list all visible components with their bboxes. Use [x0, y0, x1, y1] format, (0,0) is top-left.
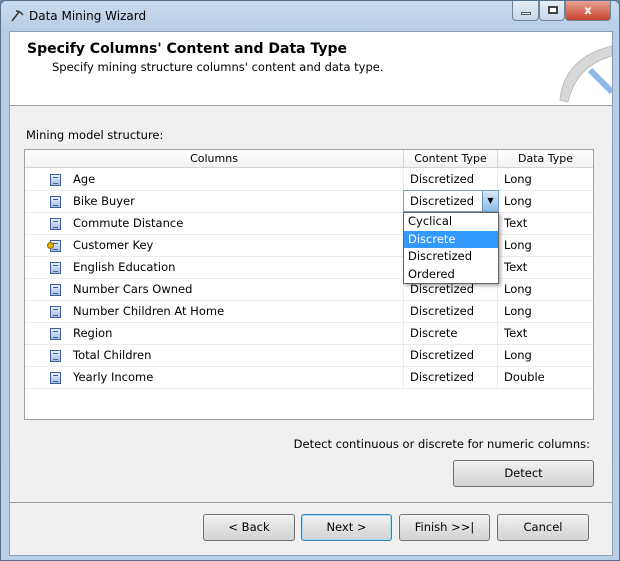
header-data-type[interactable]: Data Type [498, 150, 593, 168]
window-title: Data Mining Wizard [29, 9, 147, 23]
back-button[interactable]: < Back [203, 514, 295, 541]
header-columns[interactable]: Columns [25, 150, 404, 168]
option-discrete[interactable]: Discrete [404, 230, 498, 248]
grid-header: Columns Content Type Data Type [25, 150, 593, 168]
mining-pick-icon [559, 45, 612, 103]
table-row[interactable]: Total Children Discretized Long [25, 345, 593, 367]
page-title: Specify Columns' Content and Data Type [27, 41, 347, 57]
data-type-cell[interactable]: Text [498, 323, 593, 345]
chevron-down-icon[interactable]: ▼ [482, 191, 498, 211]
columns-grid: Columns Content Type Data Type Age Discre… [24, 149, 594, 420]
page-subtitle: Specify mining structure columns' conten… [52, 60, 384, 74]
data-type-cell[interactable]: Text [498, 213, 593, 235]
column-name: Bike Buyer [25, 191, 404, 213]
option-discretized[interactable]: Discretized [404, 248, 498, 266]
column-name: Yearly Income [25, 367, 404, 389]
table-row[interactable]: Commute Distance Text [25, 213, 593, 235]
table-row[interactable]: Bike Buyer Discretized Long [25, 191, 593, 213]
wizard-client: Specify Columns' Content and Data Type S… [9, 31, 613, 556]
data-type-cell[interactable]: Long [498, 301, 593, 323]
table-row[interactable]: Region Discrete Text [25, 323, 593, 345]
table-row[interactable]: English Education Text [25, 257, 593, 279]
data-type-cell[interactable]: Text [498, 257, 593, 279]
table-row[interactable]: Yearly Income Discretized Double [25, 367, 593, 389]
divider [10, 502, 612, 503]
minimize-button[interactable] [512, 1, 539, 21]
table-row[interactable]: Customer Key Long [25, 235, 593, 257]
close-button[interactable]: x [565, 1, 611, 21]
wizard-header: Specify Columns' Content and Data Type S… [10, 32, 612, 106]
content-type-cell[interactable]: Discrete [404, 323, 498, 345]
column-name: Customer Key [25, 235, 404, 257]
column-name: Number Children At Home [25, 301, 404, 323]
content-type-combobox[interactable]: Discretized ▼ [403, 190, 499, 212]
data-type-cell[interactable]: Long [498, 169, 593, 191]
maximize-button[interactable] [539, 1, 565, 21]
column-name: Region [25, 323, 404, 345]
wizard-window: Data Mining Wizard x Specify Columns' Co… [0, 0, 620, 561]
column-name: Number Cars Owned [25, 279, 404, 301]
content-type-cell[interactable]: Discretized [404, 367, 498, 389]
data-type-cell[interactable]: Long [498, 345, 593, 367]
header-content-type[interactable]: Content Type [404, 150, 498, 168]
table-row[interactable]: Age Discretized Long [25, 169, 593, 191]
key-icon [47, 242, 54, 249]
data-type-cell[interactable]: Long [498, 235, 593, 257]
detect-button[interactable]: Detect [453, 460, 594, 487]
data-type-cell[interactable]: Long [498, 279, 593, 301]
next-button[interactable]: Next > [301, 514, 392, 541]
cancel-button[interactable]: Cancel [497, 514, 589, 541]
mining-structure-label: Mining model structure: [26, 128, 164, 142]
content-type-cell[interactable]: Discretized [404, 301, 498, 323]
data-type-cell[interactable]: Long [498, 191, 593, 213]
content-type-cell[interactable]: Discretized [404, 169, 498, 191]
detect-label: Detect continuous or discrete for numeri… [293, 437, 590, 451]
column-name: Age [25, 169, 404, 191]
combobox-value: Discretized [410, 194, 475, 208]
content-type-cell[interactable]: Discretized [404, 345, 498, 367]
column-name: English Education [25, 257, 404, 279]
data-type-cell[interactable]: Double [498, 367, 593, 389]
column-name: Commute Distance [25, 213, 404, 235]
table-row[interactable]: Number Children At Home Discretized Long [25, 301, 593, 323]
wizard-app-icon [11, 10, 24, 22]
option-ordered[interactable]: Ordered [404, 266, 498, 284]
option-cyclical[interactable]: Cyclical [404, 213, 498, 231]
finish-button[interactable]: Finish >>| [399, 514, 490, 541]
table-row[interactable]: Number Cars Owned Discretized Long [25, 279, 593, 301]
column-name: Total Children [25, 345, 404, 367]
content-type-dropdown-list: Cyclical Discrete Discretized Ordered [403, 212, 499, 284]
